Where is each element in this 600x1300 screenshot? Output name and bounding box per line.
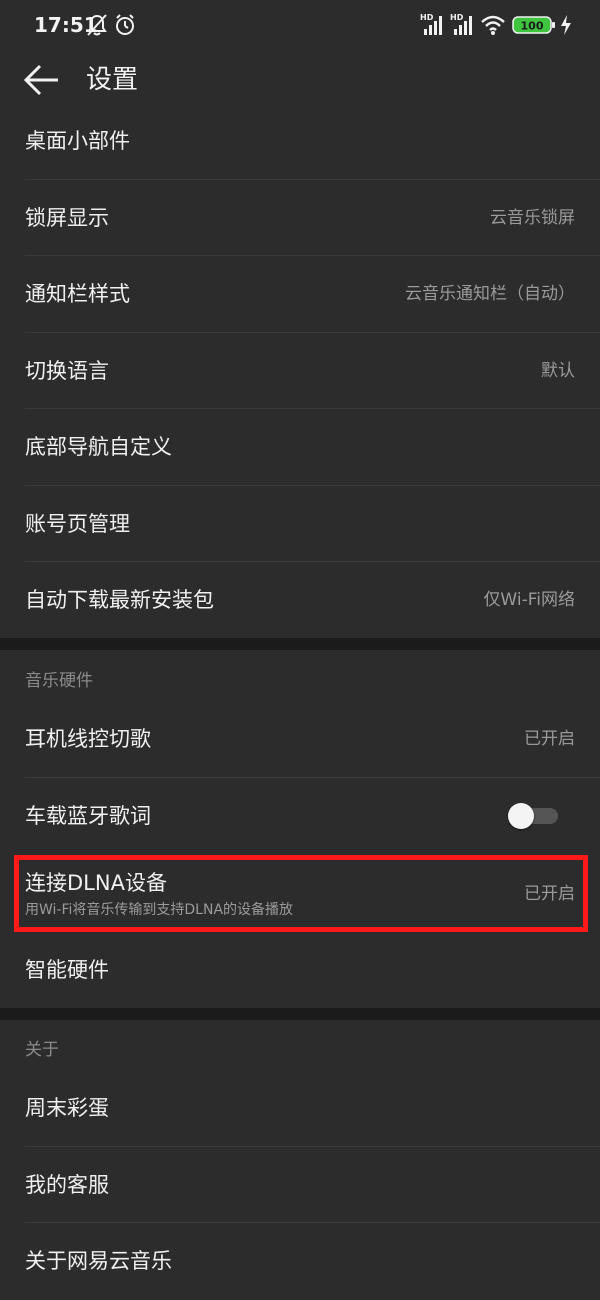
wifi-icon (480, 13, 506, 41)
settings-item-subtitle: 用Wi-Fi将音乐传输到支持DLNA的设备播放 (25, 902, 294, 918)
settings-item-value: 默认 (541, 361, 575, 381)
settings-item-notification-style[interactable]: 通知栏样式 云音乐通知栏（自动） (0, 256, 600, 332)
section-header-about: 关于 (25, 1040, 59, 1060)
toggle-knob (508, 803, 534, 829)
settings-item-language[interactable]: 切换语言 默认 (0, 333, 600, 409)
settings-item-label: 切换语言 (25, 359, 109, 383)
settings-item-label: 车载蓝牙歌词 (25, 804, 151, 828)
settings-item-about-app[interactable]: 关于网易云音乐 (0, 1223, 600, 1299)
settings-screen: 17:51 HD HD 100 设置 桌面小部件 锁屏显示 云音乐锁屏 通知栏样… (0, 0, 600, 1300)
alarm-icon (114, 13, 136, 41)
settings-item-bottom-nav-custom[interactable]: 底部导航自定义 (0, 409, 600, 485)
settings-item-value: 云音乐锁屏 (490, 208, 575, 228)
settings-item-label: 通知栏样式 (25, 282, 130, 306)
settings-item-car-bluetooth-lyrics[interactable]: 车载蓝牙歌词 (0, 778, 600, 854)
settings-item-value: 仅Wi-Fi网络 (483, 590, 575, 610)
settings-item-dlna[interactable]: 连接DLNA设备 用Wi-Fi将音乐传输到支持DLNA的设备播放 已开启 (0, 855, 600, 932)
signal-label-1: HD (420, 13, 434, 22)
page-title: 设置 (86, 65, 139, 95)
settings-item-weekend-egg[interactable]: 周末彩蛋 (0, 1070, 600, 1146)
signal-strength-icon: HD (450, 13, 476, 41)
signal-label-2: HD (450, 13, 464, 22)
mute-notifications-icon (86, 13, 108, 41)
settings-item-value: 云音乐通知栏（自动） (405, 284, 575, 304)
back-arrow-icon (23, 64, 58, 96)
settings-item-label: 自动下载最新安装包 (25, 588, 214, 612)
settings-item-label: 耳机线控切歌 (25, 727, 151, 751)
settings-item-label: 锁屏显示 (25, 206, 109, 230)
settings-item-headset-control[interactable]: 耳机线控切歌 已开启 (0, 701, 600, 777)
section-header-music-hardware: 音乐硬件 (25, 671, 93, 691)
settings-item-label: 我的客服 (25, 1173, 109, 1197)
section-separator (0, 638, 600, 650)
settings-item-lockscreen-display[interactable]: 锁屏显示 云音乐锁屏 (0, 180, 600, 256)
settings-item-customer-service[interactable]: 我的客服 (0, 1147, 600, 1223)
status-right-icons: HD HD 100 (420, 13, 572, 37)
settings-item-value: 已开启 (524, 883, 575, 904)
settings-item-label: 周末彩蛋 (25, 1096, 109, 1120)
charging-icon (560, 13, 572, 41)
settings-item-label: 桌面小部件 (25, 129, 130, 153)
car-lyrics-toggle[interactable] (508, 803, 558, 829)
settings-item-auto-download[interactable]: 自动下载最新安装包 仅Wi-Fi网络 (0, 562, 600, 638)
signal-strength-icon: HD (420, 13, 446, 41)
section-separator (0, 1008, 600, 1020)
settings-item-value: 已开启 (524, 729, 575, 749)
settings-item-label: 底部导航自定义 (25, 435, 172, 459)
settings-item-account-page[interactable]: 账号页管理 (0, 486, 600, 562)
settings-item-label: 连接DLNA设备 (25, 871, 167, 895)
battery-icon: 100 (512, 13, 556, 41)
settings-item-label: 智能硬件 (25, 958, 109, 982)
settings-item-label: 账号页管理 (25, 512, 130, 536)
battery-level: 100 (521, 20, 544, 33)
status-bar: 17:51 HD HD 100 (0, 0, 600, 50)
back-button[interactable] (22, 62, 62, 98)
settings-item-desktop-widget[interactable]: 桌面小部件 (0, 103, 600, 179)
settings-item-smart-hardware[interactable]: 智能硬件 (0, 932, 600, 1008)
settings-item-label: 关于网易云音乐 (25, 1249, 172, 1273)
